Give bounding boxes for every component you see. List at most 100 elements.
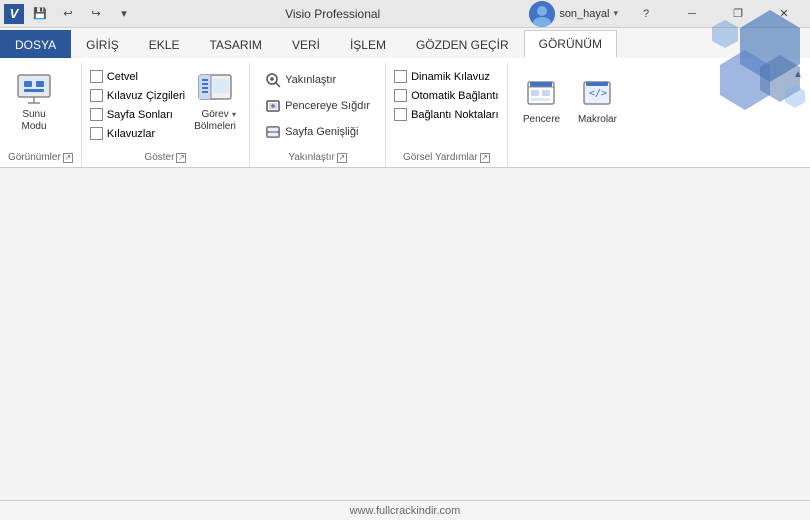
tab-gozden-gec-label: GÖZDEN GEÇİR — [416, 38, 509, 52]
gorsel-yardimlar-expand-icon[interactable]: ↗ — [480, 153, 490, 163]
close-button[interactable]: ✕ — [762, 4, 806, 24]
pencere-icon — [524, 76, 560, 112]
ribbon-collapse-area: ▲ — [790, 62, 810, 167]
save-qat-button[interactable]: 💾 — [28, 3, 52, 25]
group-pencere: Pencere </> Makrolar — [508, 62, 632, 167]
gorev-bolmeleri-arrow: ▾ — [232, 110, 236, 119]
group-pencere-content: Pencere </> Makrolar — [516, 62, 624, 161]
cetvel-label: Cetvel — [107, 71, 138, 83]
tab-islem[interactable]: İŞLEM — [335, 30, 401, 58]
kilavuzlar-check-box[interactable] — [90, 127, 103, 140]
yakinlastir-icon — [265, 72, 281, 88]
kilavuz-cizgileri-label: Kılavuz Çizgileri — [107, 90, 185, 102]
group-gorununler-content: SunuModu — [8, 62, 73, 150]
dinamik-kilavuz-checkbox[interactable]: Dinamik Kılavuz — [394, 70, 498, 83]
kilavuzlar-checkbox[interactable]: Kılavuzlar — [90, 127, 185, 140]
title-bar-left: V 💾 ↩ ↪ ▾ — [4, 3, 136, 25]
ribbon-collapse-button[interactable]: ▲ — [790, 66, 806, 82]
sayfa-genisligi-icon — [265, 124, 281, 140]
canvas-area — [0, 168, 810, 500]
title-bar-title: Visio Professional — [136, 7, 529, 21]
gorev-bolmeleri-icon — [197, 71, 233, 107]
pencereye-sigdir-button[interactable]: Pencereye Sığdır — [258, 94, 377, 118]
kilavuz-cizgileri-check-box[interactable] — [90, 89, 103, 102]
app-title-text: Visio Professional — [285, 7, 380, 21]
kilavuz-cizgileri-checkbox[interactable]: Kılavuz Çizgileri — [90, 89, 185, 102]
gorev-bolmeleri-label: GörevBölmeleri — [194, 109, 236, 133]
group-goster-content: Cetvel Kılavuz Çizgileri Sayfa Sonları K… — [90, 62, 241, 150]
baglanti-noktalari-checkbox[interactable]: Bağlantı Noktaları — [394, 108, 498, 121]
user-name-label: son_hayal — [559, 8, 609, 20]
sayfa-genisligi-label: Sayfa Genişliği — [285, 126, 358, 138]
tab-gozden-gec[interactable]: GÖZDEN GEÇİR — [401, 30, 524, 58]
dinamik-kilavuz-check-box[interactable] — [394, 70, 407, 83]
user-avatar — [529, 1, 555, 27]
gorev-bolmeleri-button[interactable]: GörevBölmeleri ▾ — [189, 66, 241, 138]
bottom-bar: www.fullcrackindir.com — [0, 500, 810, 520]
otomatik-baglanti-label: Otomatik Bağlantı — [411, 90, 498, 102]
yakinlastir-label: Yakınlaştır — [285, 74, 336, 86]
otomatik-baglanti-check-box[interactable] — [394, 89, 407, 102]
group-gorsel-yardimlar: Dinamik Kılavuz Otomatik Bağlantı Bağlan… — [386, 62, 507, 167]
tab-ekle[interactable]: EKLE — [134, 30, 195, 58]
redo-qat-button[interactable]: ↪ — [84, 3, 108, 25]
tab-dosya-label: DOSYA — [15, 38, 56, 52]
sunu-modu-icon — [16, 71, 52, 107]
tab-tasarim[interactable]: TASARIM — [194, 30, 276, 58]
group-goster: Cetvel Kılavuz Çizgileri Sayfa Sonları K… — [82, 62, 250, 167]
yakinlastir-button[interactable]: Yakınlaştır — [258, 68, 377, 92]
tab-gorunum[interactable]: GÖRÜNÜM — [524, 30, 617, 58]
bottom-bar-text: www.fullcrackindir.com — [350, 505, 461, 517]
svg-text:</>: </> — [588, 88, 606, 99]
group-yakinlastir-label: Yakınlaştır ↗ — [258, 150, 377, 167]
title-bar-right: son_hayal ▾ ? ─ ❐ ✕ — [529, 1, 806, 27]
kilavuzlar-label: Kılavuzlar — [107, 128, 155, 140]
sayfa-genisligi-button[interactable]: Sayfa Genişliği — [258, 120, 377, 144]
makrolar-button[interactable]: </> Makrolar — [572, 66, 624, 134]
group-gorsel-yardimlar-label: Görsel Yardımlar ↗ — [394, 150, 498, 167]
baglanti-noktalari-check-box[interactable] — [394, 108, 407, 121]
visio-logo: V — [4, 4, 24, 24]
baglanti-noktalari-label: Bağlantı Noktaları — [411, 109, 498, 121]
cetvel-checkbox[interactable]: Cetvel — [90, 70, 185, 83]
goster-expand-icon[interactable]: ↗ — [176, 153, 186, 163]
restore-button[interactable]: ❐ — [716, 4, 760, 24]
tab-veri[interactable]: VERİ — [277, 30, 335, 58]
group-gorsel-yardimlar-content: Dinamik Kılavuz Otomatik Bağlantı Bağlan… — [394, 62, 498, 150]
ribbon-tabs: DOSYA GİRİŞ EKLE TASARIM VERİ İŞLEM GÖZD… — [0, 28, 810, 58]
help-button[interactable]: ? — [624, 4, 668, 24]
user-dropdown-icon[interactable]: ▾ — [613, 8, 618, 19]
tab-dosya[interactable]: DOSYA — [0, 30, 71, 58]
qat-dropdown-button[interactable]: ▾ — [112, 3, 136, 25]
group-goster-label: Göster ↗ — [90, 150, 241, 167]
sayfa-sonlari-label: Sayfa Sonları — [107, 109, 173, 121]
tab-tasarim-label: TASARIM — [209, 38, 261, 52]
tab-giris-label: GİRİŞ — [86, 38, 119, 52]
otomatik-baglanti-checkbox[interactable]: Otomatik Bağlantı — [394, 89, 498, 102]
title-bar: V 💾 ↩ ↪ ▾ Visio Professional son_hayal ▾… — [0, 0, 810, 28]
sunu-modu-button[interactable]: SunuModu — [8, 66, 60, 138]
visual-checkboxes: Dinamik Kılavuz Otomatik Bağlantı Bağlan… — [394, 66, 498, 121]
yakinlastir-expand-icon[interactable]: ↗ — [337, 153, 347, 163]
pencereye-sigdir-label: Pencereye Sığdır — [285, 100, 370, 112]
ribbon-content: SunuModu Görünümler ↗ Cetvel Kılavuz Çiz… — [0, 58, 810, 168]
tab-giris[interactable]: GİRİŞ — [71, 30, 134, 58]
goster-checkboxes: Cetvel Kılavuz Çizgileri Sayfa Sonları K… — [90, 66, 185, 140]
sunu-modu-label: SunuModu — [21, 109, 46, 133]
pencere-button[interactable]: Pencere — [516, 66, 568, 134]
sayfa-sonlari-checkbox[interactable]: Sayfa Sonları — [90, 108, 185, 121]
gorununler-expand-icon[interactable]: ↗ — [63, 153, 73, 163]
cetvel-check-box[interactable] — [90, 70, 103, 83]
group-gorununler: SunuModu Görünümler ↗ — [0, 62, 82, 167]
tab-islem-label: İŞLEM — [350, 38, 386, 52]
avatar-image — [529, 1, 555, 27]
makrolar-btn-label: Makrolar — [578, 114, 617, 125]
user-area[interactable]: son_hayal ▾ — [529, 1, 618, 27]
undo-qat-button[interactable]: ↩ — [56, 3, 80, 25]
zoom-buttons: Yakınlaştır Pencereye Sığdır — [258, 66, 377, 144]
tab-gorunum-label: GÖRÜNÜM — [539, 37, 602, 51]
minimize-button[interactable]: ─ — [670, 4, 714, 24]
group-yakinlastir: Yakınlaştır Pencereye Sığdır — [250, 62, 386, 167]
sayfa-sonlari-check-box[interactable] — [90, 108, 103, 121]
group-gorununler-label: Görünümler ↗ — [8, 150, 73, 167]
